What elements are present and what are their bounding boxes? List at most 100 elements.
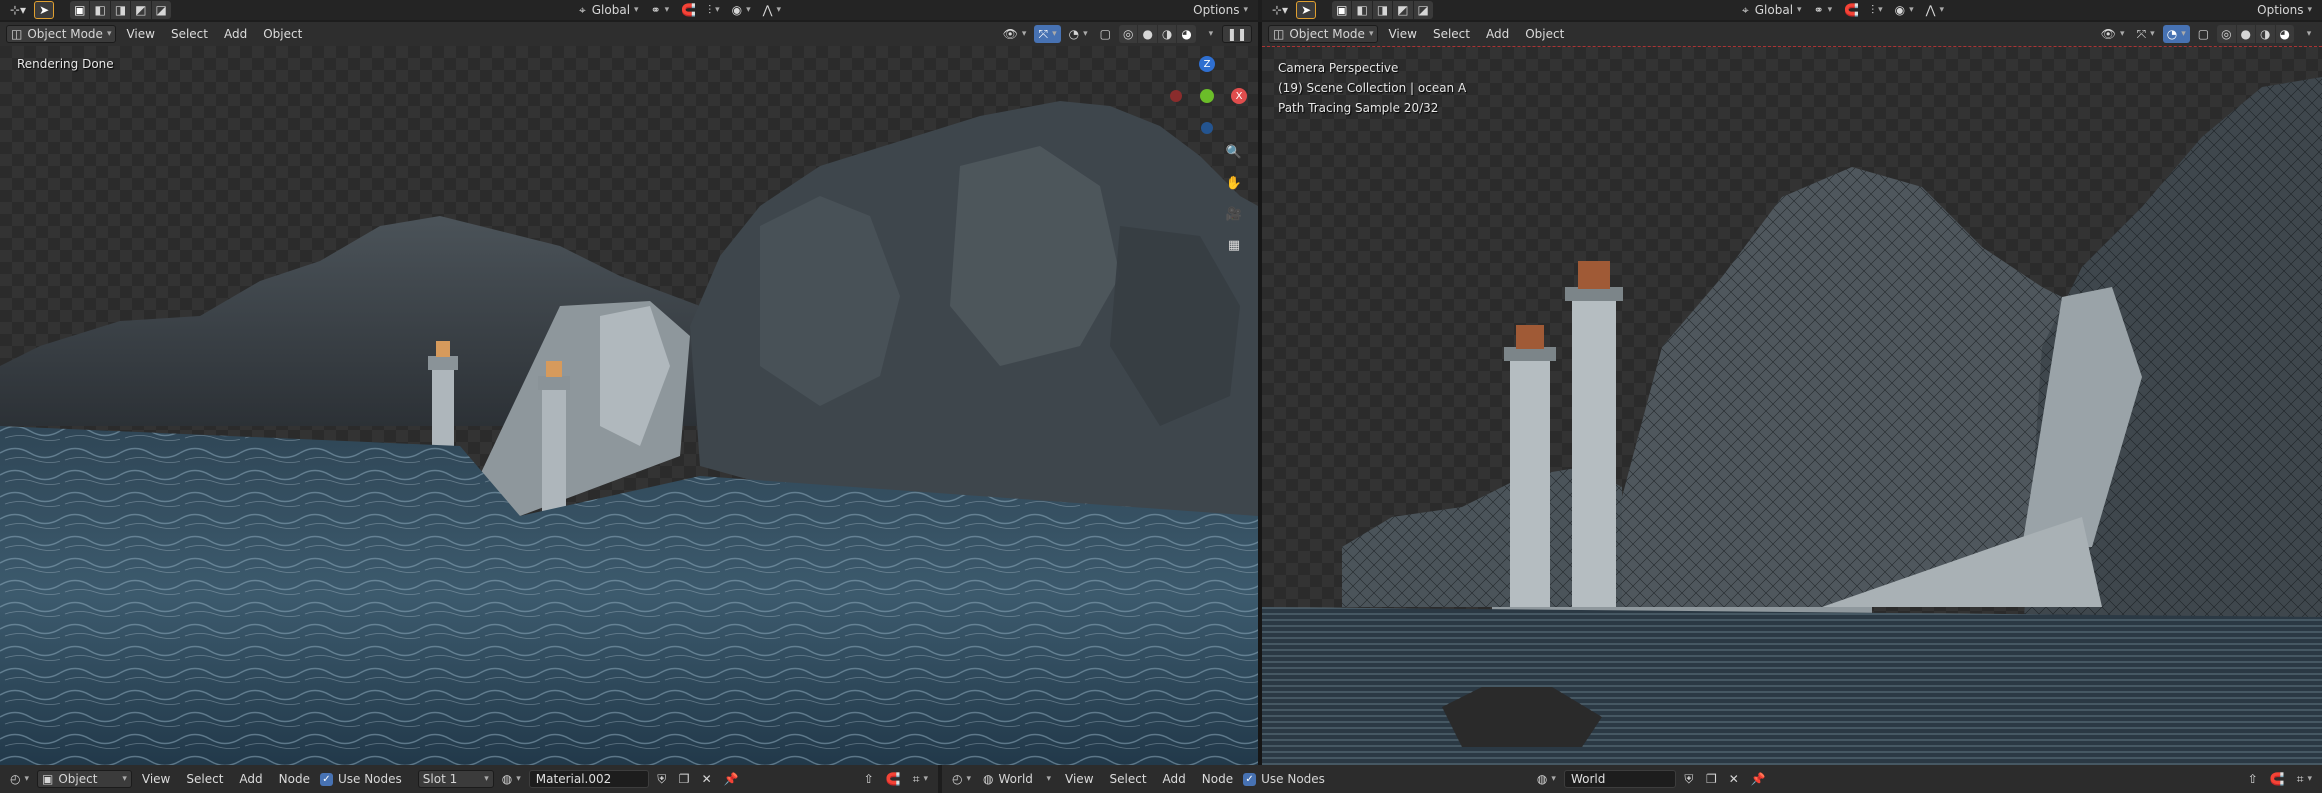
navigation-gizmo[interactable]: Z X xyxy=(1162,56,1252,148)
gizmo-toggle-icon[interactable]: ⤧ xyxy=(2133,25,2159,43)
xray-toggle-icon[interactable]: ▢ xyxy=(1096,25,1115,43)
menu-select[interactable]: Select xyxy=(1104,772,1153,786)
solid-shading-icon[interactable]: ● xyxy=(1138,25,1157,43)
solid-shading-icon[interactable]: ● xyxy=(2236,25,2256,43)
snap-icon[interactable]: 🧲 xyxy=(1840,1,1863,19)
menu-view[interactable]: View xyxy=(1059,772,1099,786)
material-browse-icon[interactable]: ◍ xyxy=(498,770,525,788)
duplicate-icon[interactable]: ❐ xyxy=(1702,770,1721,788)
options-menu[interactable]: Options xyxy=(1189,1,1252,19)
select-tool-icon[interactable]: ➤ xyxy=(34,1,55,19)
snap-node-target-icon[interactable]: ⌗ xyxy=(909,770,932,788)
select-difference-icon[interactable]: ◩ xyxy=(1393,1,1413,19)
pin-icon[interactable]: 📌 xyxy=(1747,770,1770,788)
shading-options-icon[interactable] xyxy=(2298,25,2316,43)
material-shading-icon[interactable]: ◑ xyxy=(1157,25,1177,43)
snap-target-icon[interactable]: ⫶ xyxy=(1867,1,1887,19)
visibility-icon[interactable]: 👁 xyxy=(2097,25,2129,43)
right-camera-viewport[interactable]: Camera Perspective (19) Scene Collection… xyxy=(1262,46,2322,765)
slot-select[interactable]: Slot 1 xyxy=(417,770,494,788)
menu-view[interactable]: View xyxy=(136,772,176,786)
select-intersect-icon[interactable]: ◪ xyxy=(1413,1,1433,19)
y-axis-icon[interactable] xyxy=(1200,89,1214,103)
unlink-x-icon[interactable]: ✕ xyxy=(698,770,716,788)
shader-type-select[interactable]: ◍ World xyxy=(979,770,1055,788)
use-nodes-checkbox[interactable]: ✓ xyxy=(319,772,333,786)
select-intersect-icon[interactable]: ◪ xyxy=(151,1,171,19)
proportional-edit-icon[interactable]: ◉ xyxy=(1891,1,1918,19)
menu-select[interactable]: Select xyxy=(1427,27,1476,41)
rendered-shading-icon[interactable]: ◕ xyxy=(1177,25,1196,43)
x-axis-icon[interactable]: X xyxy=(1231,88,1247,104)
ortho-grid-icon[interactable]: ▦ xyxy=(1223,234,1245,256)
select-difference-icon[interactable]: ◩ xyxy=(131,1,151,19)
overlay-toggle-icon[interactable]: ◔ xyxy=(1065,25,1092,43)
transform-orientation-select[interactable]: ⌖ Global xyxy=(1738,1,1806,19)
falloff-icon[interactable]: ⋀ xyxy=(1922,1,1948,19)
snap-node-icon[interactable]: 🧲 xyxy=(2266,770,2289,788)
select-new-icon[interactable]: ▣ xyxy=(70,1,90,19)
transform-pivot-icon[interactable]: ⊹▾ xyxy=(1268,1,1292,19)
menu-object[interactable]: Object xyxy=(1519,27,1570,41)
world-name-field[interactable]: World xyxy=(1563,770,1676,788)
shading-options-icon[interactable] xyxy=(1200,25,1218,43)
pause-render-icon[interactable]: ❚❚ xyxy=(1221,25,1252,43)
left-3d-viewport[interactable]: Rendering Done Z X 🔍 ✋ 🎥 ▦ xyxy=(0,46,1258,765)
wireframe-shading-icon[interactable]: ◎ xyxy=(1118,25,1138,43)
select-new-icon[interactable]: ▣ xyxy=(1332,1,1352,19)
use-nodes-checkbox[interactable]: ✓ xyxy=(1243,772,1257,786)
proportional-edit-icon[interactable]: ◉ xyxy=(728,1,755,19)
parent-node-tree-icon[interactable]: ⇧ xyxy=(860,770,878,788)
editor-type-icon[interactable]: ◴ xyxy=(948,770,975,788)
falloff-icon[interactable]: ⋀ xyxy=(759,1,785,19)
menu-add[interactable]: Add xyxy=(233,772,268,786)
z-axis-icon[interactable]: Z xyxy=(1199,56,1215,72)
transform-pivot-icon[interactable]: ⊹▾ xyxy=(6,1,30,19)
select-subtract-icon[interactable]: ◨ xyxy=(1372,1,1393,19)
unlink-x-icon[interactable]: ✕ xyxy=(1725,770,1743,788)
menu-node[interactable]: Node xyxy=(273,772,316,786)
visibility-icon[interactable]: 👁 xyxy=(999,25,1031,43)
use-nodes-toggle[interactable]: ✓ Use Nodes xyxy=(319,772,402,786)
fake-user-shield-icon[interactable]: ⛨ xyxy=(653,770,671,788)
editor-type-icon[interactable]: ◴ xyxy=(6,770,33,788)
menu-select[interactable]: Select xyxy=(165,27,214,41)
menu-add[interactable]: Add xyxy=(218,27,253,41)
rendered-shading-icon[interactable]: ◕ xyxy=(2275,25,2294,43)
parent-node-tree-icon[interactable]: ⇧ xyxy=(2244,770,2262,788)
menu-view[interactable]: View xyxy=(120,27,160,41)
xray-toggle-icon[interactable]: ▢ xyxy=(2194,25,2213,43)
menu-add[interactable]: Add xyxy=(1157,772,1192,786)
select-extend-icon[interactable]: ◧ xyxy=(1352,1,1372,19)
neg-x-axis-icon[interactable] xyxy=(1170,90,1182,102)
snap-icon[interactable]: 🧲 xyxy=(677,1,700,19)
duplicate-icon[interactable]: ❐ xyxy=(675,770,694,788)
material-shading-icon[interactable]: ◑ xyxy=(2256,25,2275,43)
snap-node-target-icon[interactable]: ⌗ xyxy=(2293,770,2316,788)
select-subtract-icon[interactable]: ◨ xyxy=(110,1,131,19)
fake-user-shield-icon[interactable]: ⛨ xyxy=(1680,770,1698,788)
wireframe-shading-icon[interactable]: ◎ xyxy=(2217,25,2236,43)
options-menu[interactable]: Options xyxy=(2253,1,2316,19)
camera-view-icon[interactable]: 🎥 xyxy=(1223,203,1245,225)
snap-node-icon[interactable]: 🧲 xyxy=(882,770,905,788)
menu-add[interactable]: Add xyxy=(1480,27,1515,41)
neg-z-axis-icon[interactable] xyxy=(1201,122,1213,134)
shader-type-select[interactable]: ▣ Object xyxy=(37,770,132,788)
use-nodes-toggle[interactable]: ✓ Use Nodes xyxy=(1243,772,1325,786)
menu-node[interactable]: Node xyxy=(1196,772,1239,786)
select-extend-icon[interactable]: ◧ xyxy=(90,1,110,19)
pan-hand-icon[interactable]: ✋ xyxy=(1223,172,1245,194)
menu-view[interactable]: View xyxy=(1382,27,1422,41)
world-browse-icon[interactable]: ◍ xyxy=(1533,770,1560,788)
zoom-icon[interactable]: 🔍 xyxy=(1223,141,1245,163)
mode-select[interactable]: ◫ Object Mode xyxy=(6,25,117,43)
overlay-toggle-icon[interactable]: ◔ xyxy=(2162,25,2190,43)
menu-select[interactable]: Select xyxy=(180,772,229,786)
pivot-point-icon[interactable]: ⚭ xyxy=(647,1,674,19)
transform-orientation-select[interactable]: ⌖ Global xyxy=(575,1,643,19)
select-tool-icon[interactable]: ➤ xyxy=(1296,1,1317,19)
mode-select[interactable]: ◫ Object Mode xyxy=(1268,25,1379,43)
pin-icon[interactable]: 📌 xyxy=(720,770,743,788)
snap-target-icon[interactable]: ⫶ xyxy=(704,1,724,19)
